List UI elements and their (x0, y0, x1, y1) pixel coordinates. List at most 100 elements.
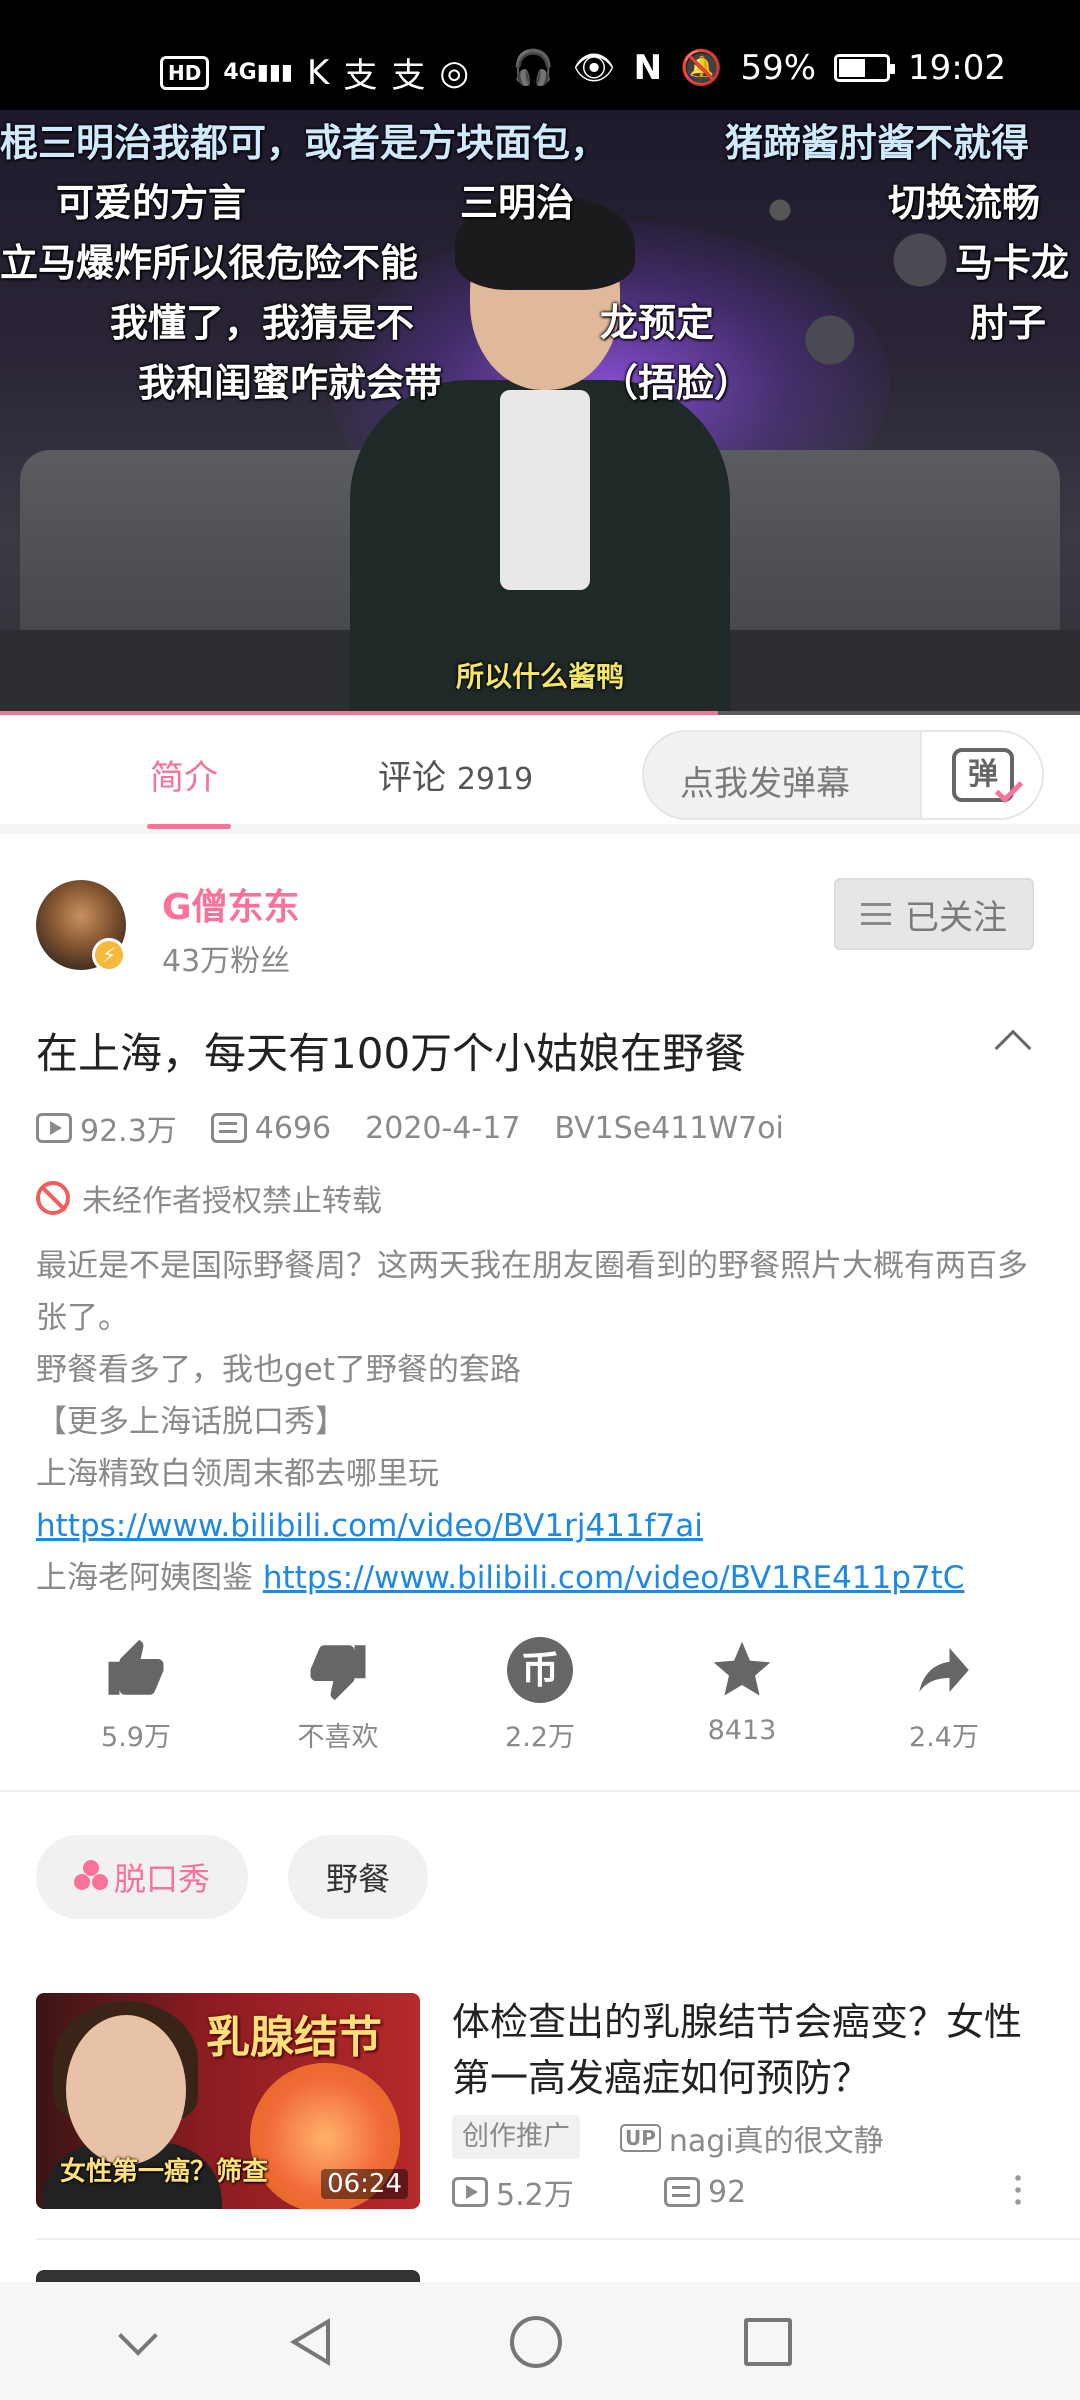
uploader-name[interactable]: G僧东东 (162, 878, 300, 930)
recommended-video-title[interactable]: 体检查出的乳腺结节会癌变？女性第一高发癌症如何预防？ (452, 1994, 1042, 2106)
up-badge-icon: UP (620, 2124, 661, 2152)
system-navigation-bar (0, 2282, 1080, 2400)
more-options-icon[interactable] (1015, 2172, 1021, 2208)
mute-icon: 🔕 (680, 48, 723, 88)
video-duration: 06:24 (321, 2169, 408, 2199)
favorite-button[interactable]: 8413 (662, 1635, 822, 1746)
headset-icon: 🎧 (512, 48, 555, 88)
danmaku-count-icon (210, 1113, 247, 1143)
like-button[interactable]: 5.9万 (56, 1635, 216, 1754)
back-triangle-icon[interactable] (282, 2312, 342, 2372)
status-bar: HD 4G▮▮▮ K 支 支 ◎ 🎧 👁 N 🔕 59% 19:02 (0, 0, 1080, 110)
description-line: 【更多上海话脱口秀】 (36, 1404, 346, 1440)
danmaku-count: 4696 (210, 1110, 332, 1146)
battery-icon (834, 54, 896, 82)
danmaku-toggle-button[interactable]: 弹 (920, 732, 1042, 818)
battery-percent: 59% (740, 48, 817, 88)
danmaku-input-placeholder: 点我发弹幕 (680, 764, 850, 804)
copyright-notice-text: 未经作者授权禁止转载 (82, 1184, 382, 1219)
verified-badge-icon: ⚡ (92, 938, 126, 972)
status-indicators-right: 🎧 👁 N 🔕 59% 19:02 (512, 48, 1006, 88)
description-line: 上海精致白领周末都去哪里玩 (36, 1456, 439, 1492)
play-count-icon (36, 1113, 72, 1143)
app-notification-icon: K (307, 52, 330, 93)
detail-tabs: 简介 评论 2919 点我发弹幕 弹 (0, 716, 1080, 834)
tag-chip[interactable]: 脱口秀 (36, 1835, 249, 1919)
star-icon (662, 1635, 822, 1705)
description-line: 野餐看多了，我也get了野餐的套路 (36, 1352, 521, 1388)
thumbnail-title-text: 乳腺结节 (206, 2012, 382, 2063)
danmaku-comment: 肘子 (970, 301, 1047, 345)
dislike-label: 不喜欢 (297, 1722, 379, 1753)
video-subtitle: 所以什么酱鸭 (455, 660, 624, 693)
recent-apps-square-icon[interactable] (744, 2318, 792, 2366)
action-bar: 5.9万 不喜欢 币 2.2万 8413 2.4万 (0, 1635, 1080, 1765)
no-repost-icon (36, 1181, 70, 1215)
recommended-uploader-name: nagi真的很文静 (668, 2124, 884, 2159)
battery-fill (839, 59, 865, 77)
follow-button-label: 已关注 (905, 897, 1007, 938)
like-count: 5.9万 (101, 1722, 171, 1753)
share-button[interactable]: 2.4万 (864, 1635, 1024, 1754)
presenter-shirt (500, 390, 590, 590)
thumbs-up-icon (56, 1635, 216, 1705)
video-progress-bar[interactable] (0, 711, 1080, 715)
clock: 19:02 (908, 48, 1006, 88)
recommended-danmaku-count: 92 (708, 2174, 747, 2210)
thumbs-down-icon (258, 1635, 418, 1705)
publish-date: 2020-4-17 (365, 1110, 521, 1146)
coin-icon: 币 (507, 1637, 573, 1703)
uploader-fans: 43万粉丝 (162, 944, 291, 979)
tag-label: 脱口秀 (114, 1860, 211, 1898)
danmaku-comment: 我懂了，我猜是不 (110, 301, 415, 345)
recommended-uploader[interactable]: UP nagi真的很文静 (620, 2116, 884, 2160)
share-count: 2.4万 (909, 1722, 979, 1753)
alipay-icon: 支 (343, 56, 378, 96)
recommended-video-thumbnail[interactable]: 乳腺结节 女性第一癌？筛查 06:24 (36, 1993, 420, 2209)
tab-active-indicator (147, 824, 231, 829)
description-link[interactable]: https://www.bilibili.com/video/BV1RE411p… (263, 1560, 965, 1596)
home-circle-icon[interactable] (510, 2316, 562, 2368)
eye-icon: 👁 (572, 48, 616, 88)
video-meta: 92.3万 4696 2020-4-17 BV1Se411W7oi (36, 1106, 818, 1150)
tag-label: 野餐 (326, 1860, 391, 1898)
chevron-up-icon[interactable] (994, 1029, 1032, 1067)
tab-intro[interactable]: 简介 (150, 750, 218, 799)
description-link[interactable]: https://www.bilibili.com/video/BV1rj411f… (36, 1508, 703, 1544)
alipay-icon-2: 支 (391, 56, 426, 96)
tab-comments[interactable]: 评论 2919 (378, 750, 533, 799)
tag-category-icon (74, 1860, 108, 1894)
video-description: 最近是不是国际野餐周？这两天我在朋友圈看到的野餐照片大概有两百多张了。 野餐看多… (36, 1240, 1046, 1604)
danmaku-count-value: 4696 (254, 1110, 332, 1146)
danmaku-comment: 切换流畅 (888, 181, 1041, 225)
play-count-icon (452, 2177, 488, 2207)
divider (0, 1790, 1080, 1792)
recommended-video-stats: 5.2万 92 (452, 2170, 746, 2214)
danmaku-comment: 猪蹄酱肘酱不就得 (725, 121, 1030, 165)
hide-navbar-chevron-icon[interactable] (110, 2312, 170, 2372)
favorite-count: 8413 (707, 1715, 777, 1746)
view-count: 92.3万 (36, 1106, 177, 1150)
danmaku-comment: 马卡龙 (955, 241, 1070, 285)
nfc-icon: N (633, 48, 663, 88)
thumbnail-subtitle-text: 女性第一癌？筛查 (60, 2157, 269, 2187)
hotspot-icon: ◎ (439, 52, 470, 93)
follow-button[interactable]: 已关注 (834, 878, 1034, 950)
recommended-view-count: 5.2万 (496, 2178, 574, 2213)
description-link-prefix: 上海老阿姨图鉴 (36, 1560, 253, 1596)
description-line: 最近是不是国际野餐周？这两天我在朋友圈看到的野餐照片大概有两百多张了。 (36, 1248, 1028, 1336)
hd-indicator: HD (160, 55, 210, 90)
comments-count: 2919 (456, 762, 534, 797)
coin-button[interactable]: 币 2.2万 (460, 1635, 620, 1754)
video-player[interactable]: 棍三明治我都可，或者是方块面包， 猪蹄酱肘酱不就得 可爱的方言 三明治 切换流畅… (0, 110, 1080, 715)
tag-chip[interactable]: 野餐 (288, 1835, 429, 1919)
danmaku-comment: 三明治 (460, 181, 575, 225)
danmaku-input[interactable]: 点我发弹幕 弹 (642, 730, 1044, 820)
dislike-button[interactable]: 不喜欢 (258, 1635, 418, 1754)
coin-count: 2.2万 (505, 1722, 575, 1753)
tab-comments-label: 评论 (378, 758, 446, 798)
danmaku-comment: 龙预定 (600, 301, 715, 345)
share-icon (864, 1635, 1024, 1705)
video-progress-fill (0, 711, 719, 715)
signal-indicator: 4G▮▮▮ (223, 60, 294, 85)
